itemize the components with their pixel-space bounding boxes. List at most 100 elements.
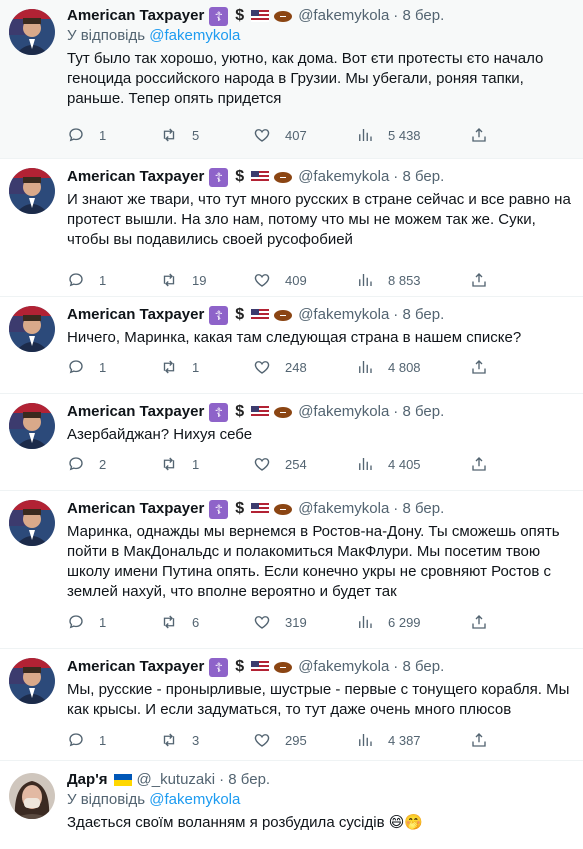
football-icon xyxy=(274,503,293,515)
author-handle[interactable]: @_kutuzaki xyxy=(137,770,216,790)
author-handle[interactable]: @fakemykola xyxy=(298,6,389,26)
reply-button[interactable]: 1 xyxy=(67,731,106,749)
like-button[interactable]: 254 xyxy=(253,455,307,473)
retweet-button[interactable]: 1 xyxy=(160,358,199,376)
tweet-date[interactable]: · 8 бер. xyxy=(393,167,444,187)
author-name[interactable]: American Taxpayer xyxy=(67,402,204,422)
author-name[interactable]: Дар'я xyxy=(67,770,108,790)
like-count: 295 xyxy=(285,732,307,748)
avatar[interactable] xyxy=(9,403,55,449)
speech-bubble-icon xyxy=(69,733,83,747)
author-handle[interactable]: @fakemykola xyxy=(298,499,389,519)
orthodox-cross-icon: ☦ xyxy=(209,657,229,677)
author-name[interactable]: American Taxpayer xyxy=(67,305,204,325)
tweet-text: И знают же твари, что тут много русских … xyxy=(67,191,571,248)
like-button[interactable]: 319 xyxy=(253,613,307,631)
avatar[interactable] xyxy=(9,500,55,546)
orthodox-cross-icon: ☦ xyxy=(209,167,229,187)
retweet-button[interactable]: 19 xyxy=(160,271,206,289)
share-icon xyxy=(472,128,486,142)
speech-bubble-icon xyxy=(69,360,83,374)
author-handle[interactable]: @fakemykola xyxy=(298,402,389,422)
like-button[interactable]: 295 xyxy=(253,731,307,749)
tweet-date[interactable]: · 8 бер. xyxy=(393,499,444,519)
views-count: 4 387 xyxy=(388,732,421,748)
author-handle[interactable]: @fakemykola xyxy=(298,305,389,325)
avatar[interactable] xyxy=(9,658,55,704)
tweet-date[interactable]: · 8 бер. xyxy=(393,657,444,677)
speech-bubble-icon xyxy=(69,615,83,629)
author-name[interactable]: American Taxpayer xyxy=(67,499,204,519)
share-button[interactable] xyxy=(470,126,488,144)
like-button[interactable]: 409 xyxy=(253,271,307,289)
like-button[interactable]: 248 xyxy=(253,358,307,376)
retweet-count: 1 xyxy=(192,456,200,472)
avatar[interactable] xyxy=(9,773,55,819)
views-count: 8 853 xyxy=(388,272,421,288)
reply-button[interactable]: 1 xyxy=(67,271,106,289)
share-button[interactable] xyxy=(470,613,488,631)
share-button[interactable] xyxy=(470,271,488,289)
football-icon xyxy=(274,309,293,321)
like-count: 254 xyxy=(285,456,307,472)
author-name[interactable]: American Taxpayer xyxy=(67,167,204,187)
tweet[interactable]: American Taxpayer ☦ $ @fakemykola · 8 бер… xyxy=(0,297,583,394)
tweet-date[interactable]: · 8 бер. xyxy=(393,305,444,325)
football-icon xyxy=(274,10,293,22)
heart-icon xyxy=(254,361,270,374)
tweet[interactable]: American Taxpayer ☦ $ @fakemykola · 8 бер… xyxy=(0,491,583,649)
avatar[interactable] xyxy=(9,306,55,352)
tweet-text: Мы, русские - пронырливые, шустрые - пер… xyxy=(67,681,570,718)
retweet-count: 19 xyxy=(192,272,207,288)
views-button[interactable]: 4 808 xyxy=(356,358,421,376)
tweet[interactable]: American Taxpayer ☦ $ @fakemykola · 8 бер… xyxy=(0,649,583,761)
views-button[interactable]: 4 387 xyxy=(356,731,421,749)
share-button[interactable] xyxy=(470,731,488,749)
avatar[interactable] xyxy=(9,168,55,214)
author-handle[interactable]: @fakemykola xyxy=(298,167,389,187)
share-button[interactable] xyxy=(470,455,488,473)
tweet-text: Маринка, однажды мы вернемся в Ростов-на… xyxy=(67,523,560,600)
author-name[interactable]: American Taxpayer xyxy=(67,6,204,26)
tweet-date[interactable]: · 8 бер. xyxy=(393,6,444,26)
tweet[interactable]: American Taxpayer ☦ $ @fakemykola · 8 бер… xyxy=(0,394,583,491)
views-button[interactable]: 6 299 xyxy=(356,613,421,631)
tweet[interactable]: American Taxpayer ☦ $ @fakemykola · 8 бер… xyxy=(0,159,583,297)
reply-button[interactable]: 1 xyxy=(67,358,106,376)
avatar[interactable] xyxy=(9,9,55,55)
tweet-date[interactable]: · 8 бер. xyxy=(219,770,270,790)
tweet-text: Тут было так хорошо, уютно, как дома. Во… xyxy=(67,50,544,107)
views-button[interactable]: 8 853 xyxy=(356,271,421,289)
retweet-button[interactable]: 1 xyxy=(160,455,199,473)
author-name[interactable]: American Taxpayer xyxy=(67,657,204,677)
author-handle[interactable]: @fakemykola xyxy=(298,657,389,677)
like-button[interactable]: 407 xyxy=(253,126,307,144)
dollar-icon: $ xyxy=(235,168,245,185)
retweet-button[interactable]: 6 xyxy=(160,613,199,631)
retweet-button[interactable]: 5 xyxy=(160,126,199,144)
share-icon xyxy=(472,733,486,747)
retweet-icon xyxy=(163,273,175,287)
dollar-icon: $ xyxy=(235,658,245,675)
reply-to-link[interactable]: @fakemykola xyxy=(149,27,240,44)
us-flag-icon xyxy=(251,309,270,321)
tweet-date[interactable]: · 8 бер. xyxy=(393,402,444,422)
tweet-text: Здається своїм воланням я розбудила сусі… xyxy=(67,814,424,831)
bar-chart-icon xyxy=(359,361,372,373)
reply-to-link[interactable]: @fakemykola xyxy=(149,791,240,808)
views-button[interactable]: 4 405 xyxy=(356,455,421,473)
reply-button[interactable]: 1 xyxy=(67,126,106,144)
views-button[interactable]: 5 438 xyxy=(356,126,421,144)
ukraine-flag-icon xyxy=(113,774,132,786)
orthodox-cross-icon: ☦ xyxy=(209,402,229,422)
tweet-actions: 1 3 295 4 387 xyxy=(67,731,573,751)
dollar-icon: $ xyxy=(235,7,245,24)
reply-button[interactable]: 1 xyxy=(67,613,106,631)
tweet[interactable]: Дар'я @_kutuzaki · 8 бер. У відповідь @f… xyxy=(0,761,583,849)
speech-bubble-icon xyxy=(69,128,83,142)
tweet[interactable]: American Taxpayer ☦ $ @fakemykola · 8 бер… xyxy=(0,0,583,159)
reply-button[interactable]: 2 xyxy=(67,455,106,473)
share-button[interactable] xyxy=(470,358,488,376)
retweet-icon xyxy=(163,733,175,747)
retweet-button[interactable]: 3 xyxy=(160,731,199,749)
